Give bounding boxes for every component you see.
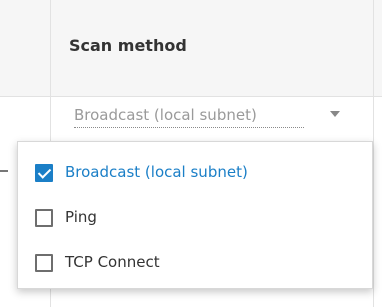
scan-method-dropdown: Broadcast (local subnet) Ping TCP Connec… bbox=[17, 141, 373, 289]
scan-method-option-ping[interactable]: Ping bbox=[18, 199, 372, 243]
scan-method-option-broadcast[interactable]: Broadcast (local subnet) bbox=[18, 154, 372, 198]
checkbox-unchecked-icon[interactable] bbox=[35, 209, 53, 227]
table-header-row bbox=[0, 0, 382, 97]
row-marker bbox=[0, 170, 8, 172]
option-label: Broadcast (local subnet) bbox=[65, 163, 248, 181]
scan-method-column-header: Scan method bbox=[69, 36, 187, 55]
scan-method-select-value: Broadcast (local subnet) bbox=[74, 106, 257, 124]
scan-method-option-tcp-connect[interactable]: TCP Connect bbox=[18, 244, 372, 288]
scan-method-select[interactable]: Broadcast (local subnet) bbox=[74, 101, 340, 129]
checkmark-icon bbox=[37, 165, 52, 179]
option-label: Ping bbox=[65, 208, 97, 226]
next-column-edge bbox=[373, 0, 382, 307]
checkbox-unchecked-icon[interactable] bbox=[35, 254, 53, 272]
select-underline bbox=[74, 127, 304, 128]
caret-down-icon[interactable] bbox=[330, 111, 340, 117]
header-left-cell bbox=[0, 0, 51, 96]
option-label: TCP Connect bbox=[65, 253, 160, 271]
checkbox-checked-icon[interactable] bbox=[35, 164, 53, 182]
scan-settings-grid: Scan method Broadcast (local subnet) Bro… bbox=[0, 0, 382, 307]
